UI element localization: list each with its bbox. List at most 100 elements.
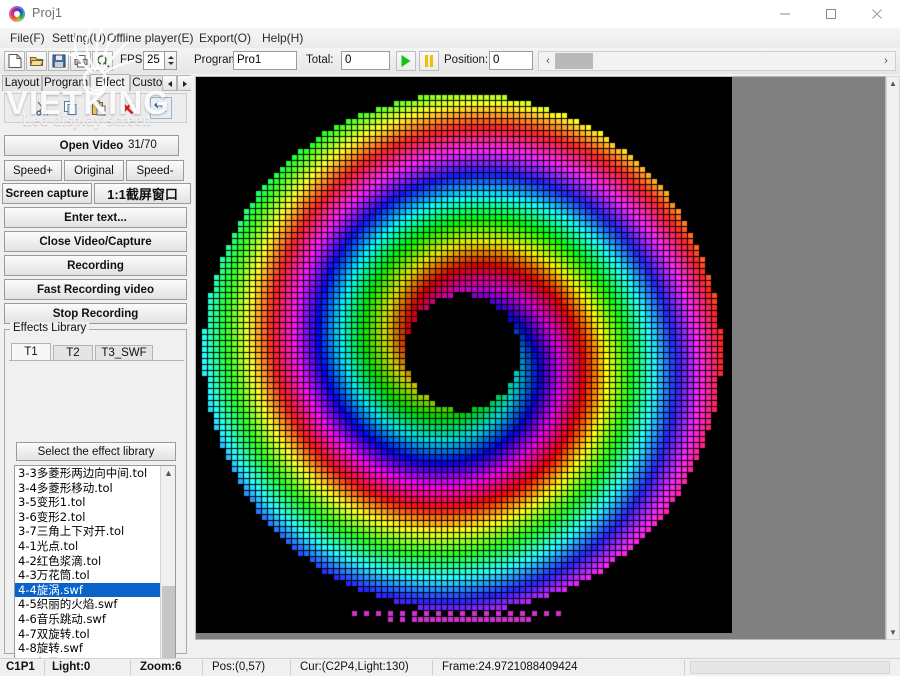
tab-next-button[interactable] bbox=[177, 75, 191, 91]
status-bar: C1P1 Light:0 Zoom:6 Pos:(0,57) Cur:(C2P4… bbox=[0, 658, 900, 676]
list-item[interactable]: 4-4旋涡.swf bbox=[15, 582, 175, 598]
list-item[interactable]: 4-2红色浆滴.tol bbox=[15, 554, 175, 569]
select-effect-library-button[interactable]: Select the effect library bbox=[16, 442, 176, 461]
list-item[interactable]: 4-8旋转.swf bbox=[15, 641, 175, 656]
tab-prev-button[interactable] bbox=[162, 75, 177, 91]
menu-help[interactable]: Help(H) bbox=[258, 30, 307, 46]
led-display-canvas[interactable] bbox=[196, 77, 732, 633]
chevron-up-icon[interactable]: ▲ bbox=[161, 466, 175, 481]
effects-library-label: Effects Library bbox=[10, 322, 90, 334]
chevron-up-icon[interactable]: ▲ bbox=[887, 77, 899, 90]
enter-text-button[interactable]: Enter text... bbox=[4, 207, 187, 228]
copy-button[interactable] bbox=[60, 97, 82, 119]
status-light: Light:0 bbox=[52, 661, 91, 673]
status-cursor: Cur:(C2P4,Light:130) bbox=[300, 661, 409, 673]
effects-list-scroll-thumb[interactable] bbox=[162, 586, 175, 658]
recording-button[interactable]: Recording bbox=[4, 255, 187, 276]
status-channel-program: C1P1 bbox=[6, 661, 35, 673]
menu-bar: File(F) Setting(U) Offline player(E) Exp… bbox=[0, 28, 900, 48]
title-bar: Proj1 bbox=[0, 0, 900, 29]
minimize-icon bbox=[780, 13, 790, 15]
timeline-scroll-thumb[interactable] bbox=[555, 53, 593, 69]
print-button[interactable] bbox=[70, 51, 91, 71]
original-speed-button[interactable]: Original bbox=[64, 160, 124, 181]
left-panel: Layout Program Effect Custom Open Video … bbox=[0, 74, 191, 658]
maximize-button[interactable] bbox=[808, 0, 854, 28]
chevron-down-icon[interactable]: ▼ bbox=[887, 626, 899, 639]
fps-stepper[interactable] bbox=[165, 51, 177, 70]
speed-down-button[interactable]: Speed- bbox=[126, 160, 184, 181]
list-item[interactable]: 3-3多菱形两边向中间.tol bbox=[15, 466, 175, 481]
zoom-search-icon bbox=[96, 55, 110, 68]
open-folder-icon bbox=[29, 57, 44, 66]
tab-layout[interactable]: Layout bbox=[2, 75, 42, 91]
paste-icon bbox=[92, 100, 106, 116]
tab-program[interactable]: Program bbox=[42, 75, 90, 91]
list-item[interactable]: 3-6变形2.tol bbox=[15, 510, 175, 525]
list-item[interactable]: 4-5织丽的火焰.swf bbox=[15, 597, 175, 612]
save-icon bbox=[52, 54, 65, 68]
cut-icon bbox=[36, 101, 49, 116]
screen-capture-button[interactable]: Screen capture bbox=[2, 183, 92, 204]
close-icon bbox=[872, 9, 882, 19]
fps-input[interactable]: 25 bbox=[143, 51, 165, 70]
tab-effect[interactable]: Effect bbox=[90, 74, 130, 92]
list-item[interactable]: 3-5变形1.tol bbox=[15, 495, 175, 510]
pause-button[interactable] bbox=[419, 51, 439, 71]
new-file-button[interactable] bbox=[4, 51, 25, 71]
menu-export[interactable]: Export(O) bbox=[195, 30, 255, 46]
chevron-left-icon bbox=[168, 81, 172, 87]
close-video-capture-button[interactable]: Close Video/Capture bbox=[4, 231, 187, 252]
effects-list[interactable]: 3-3多菱形两边向中间.tol 3-4多菱形移动.tol 3-5变形1.tol 3-6… bbox=[14, 465, 176, 658]
frame-counter: 31/70 bbox=[128, 139, 157, 151]
status-zoom: Zoom:6 bbox=[140, 661, 182, 673]
status-frame: Frame:24.9721088409424 bbox=[442, 661, 578, 673]
chevron-right-icon bbox=[183, 81, 187, 87]
main-toolbar: FPS: 25 Program: Pro1 Total: 0 Position:… bbox=[0, 48, 900, 75]
menu-file[interactable]: File(F) bbox=[6, 30, 49, 46]
tab-t1[interactable]: T1 bbox=[11, 343, 51, 361]
preview-vertical-scrollbar[interactable]: ▲ ▼ bbox=[886, 76, 900, 640]
delete-button[interactable] bbox=[116, 97, 138, 119]
application-window: Proj1 File(F) Setting(U) Offline player(… bbox=[0, 0, 900, 676]
timeline-scroll-right-icon[interactable]: › bbox=[880, 55, 892, 68]
program-input[interactable]: Pro1 bbox=[233, 51, 297, 70]
list-item[interactable]: 4-6音乐跳动.swf bbox=[15, 612, 175, 627]
list-item[interactable]: 4-7双旋转.tol bbox=[15, 627, 175, 642]
menu-setting[interactable]: Setting(U) bbox=[48, 30, 110, 46]
total-input[interactable]: 0 bbox=[341, 51, 390, 70]
open-folder-button[interactable] bbox=[26, 51, 47, 71]
stop-recording-button[interactable]: Stop Recording bbox=[4, 303, 187, 324]
new-file-icon bbox=[8, 54, 21, 68]
edit-toolbar bbox=[4, 93, 187, 123]
app-logo-icon bbox=[9, 6, 25, 22]
copy-icon bbox=[64, 101, 77, 115]
position-label: Position: bbox=[444, 54, 489, 66]
close-button[interactable] bbox=[854, 0, 900, 28]
paste-button[interactable] bbox=[88, 97, 110, 119]
zoom-search-button[interactable] bbox=[92, 51, 113, 71]
led-preview-panel[interactable] bbox=[195, 76, 886, 640]
timeline-scroll-left-icon[interactable]: ‹ bbox=[542, 55, 554, 68]
effects-list-scrollbar[interactable]: ▲ ▼ bbox=[160, 466, 175, 658]
list-item[interactable]: 4-3万花筒.tol bbox=[15, 568, 175, 583]
fast-recording-video-button[interactable]: Fast Recording video bbox=[4, 279, 187, 300]
list-item[interactable]: 3-4多菱形移动.tol bbox=[15, 481, 175, 496]
list-item[interactable]: 4-1光点.tol bbox=[15, 539, 175, 554]
print-icon bbox=[74, 55, 87, 68]
tab-t3-swf[interactable]: T3_SWF bbox=[95, 345, 153, 361]
minimize-button[interactable] bbox=[762, 0, 808, 28]
menu-offline-player[interactable]: Offline player(E) bbox=[103, 30, 197, 46]
play-button[interactable] bbox=[396, 51, 416, 71]
position-input[interactable]: 0 bbox=[489, 51, 533, 70]
fps-label: FPS: bbox=[120, 54, 146, 66]
maximize-icon bbox=[826, 9, 836, 19]
tab-t2[interactable]: T2 bbox=[53, 345, 93, 361]
save-button[interactable] bbox=[48, 51, 69, 71]
speed-up-button[interactable]: Speed+ bbox=[4, 160, 62, 181]
timeline-scrollbar[interactable]: ‹ › bbox=[538, 51, 896, 71]
undo-button[interactable] bbox=[150, 97, 172, 119]
cut-button[interactable] bbox=[32, 97, 54, 119]
capture-window-button[interactable]: 1:1截屏窗口 bbox=[94, 183, 191, 204]
list-item[interactable]: 3-7三角上下对开.tol bbox=[15, 524, 175, 539]
